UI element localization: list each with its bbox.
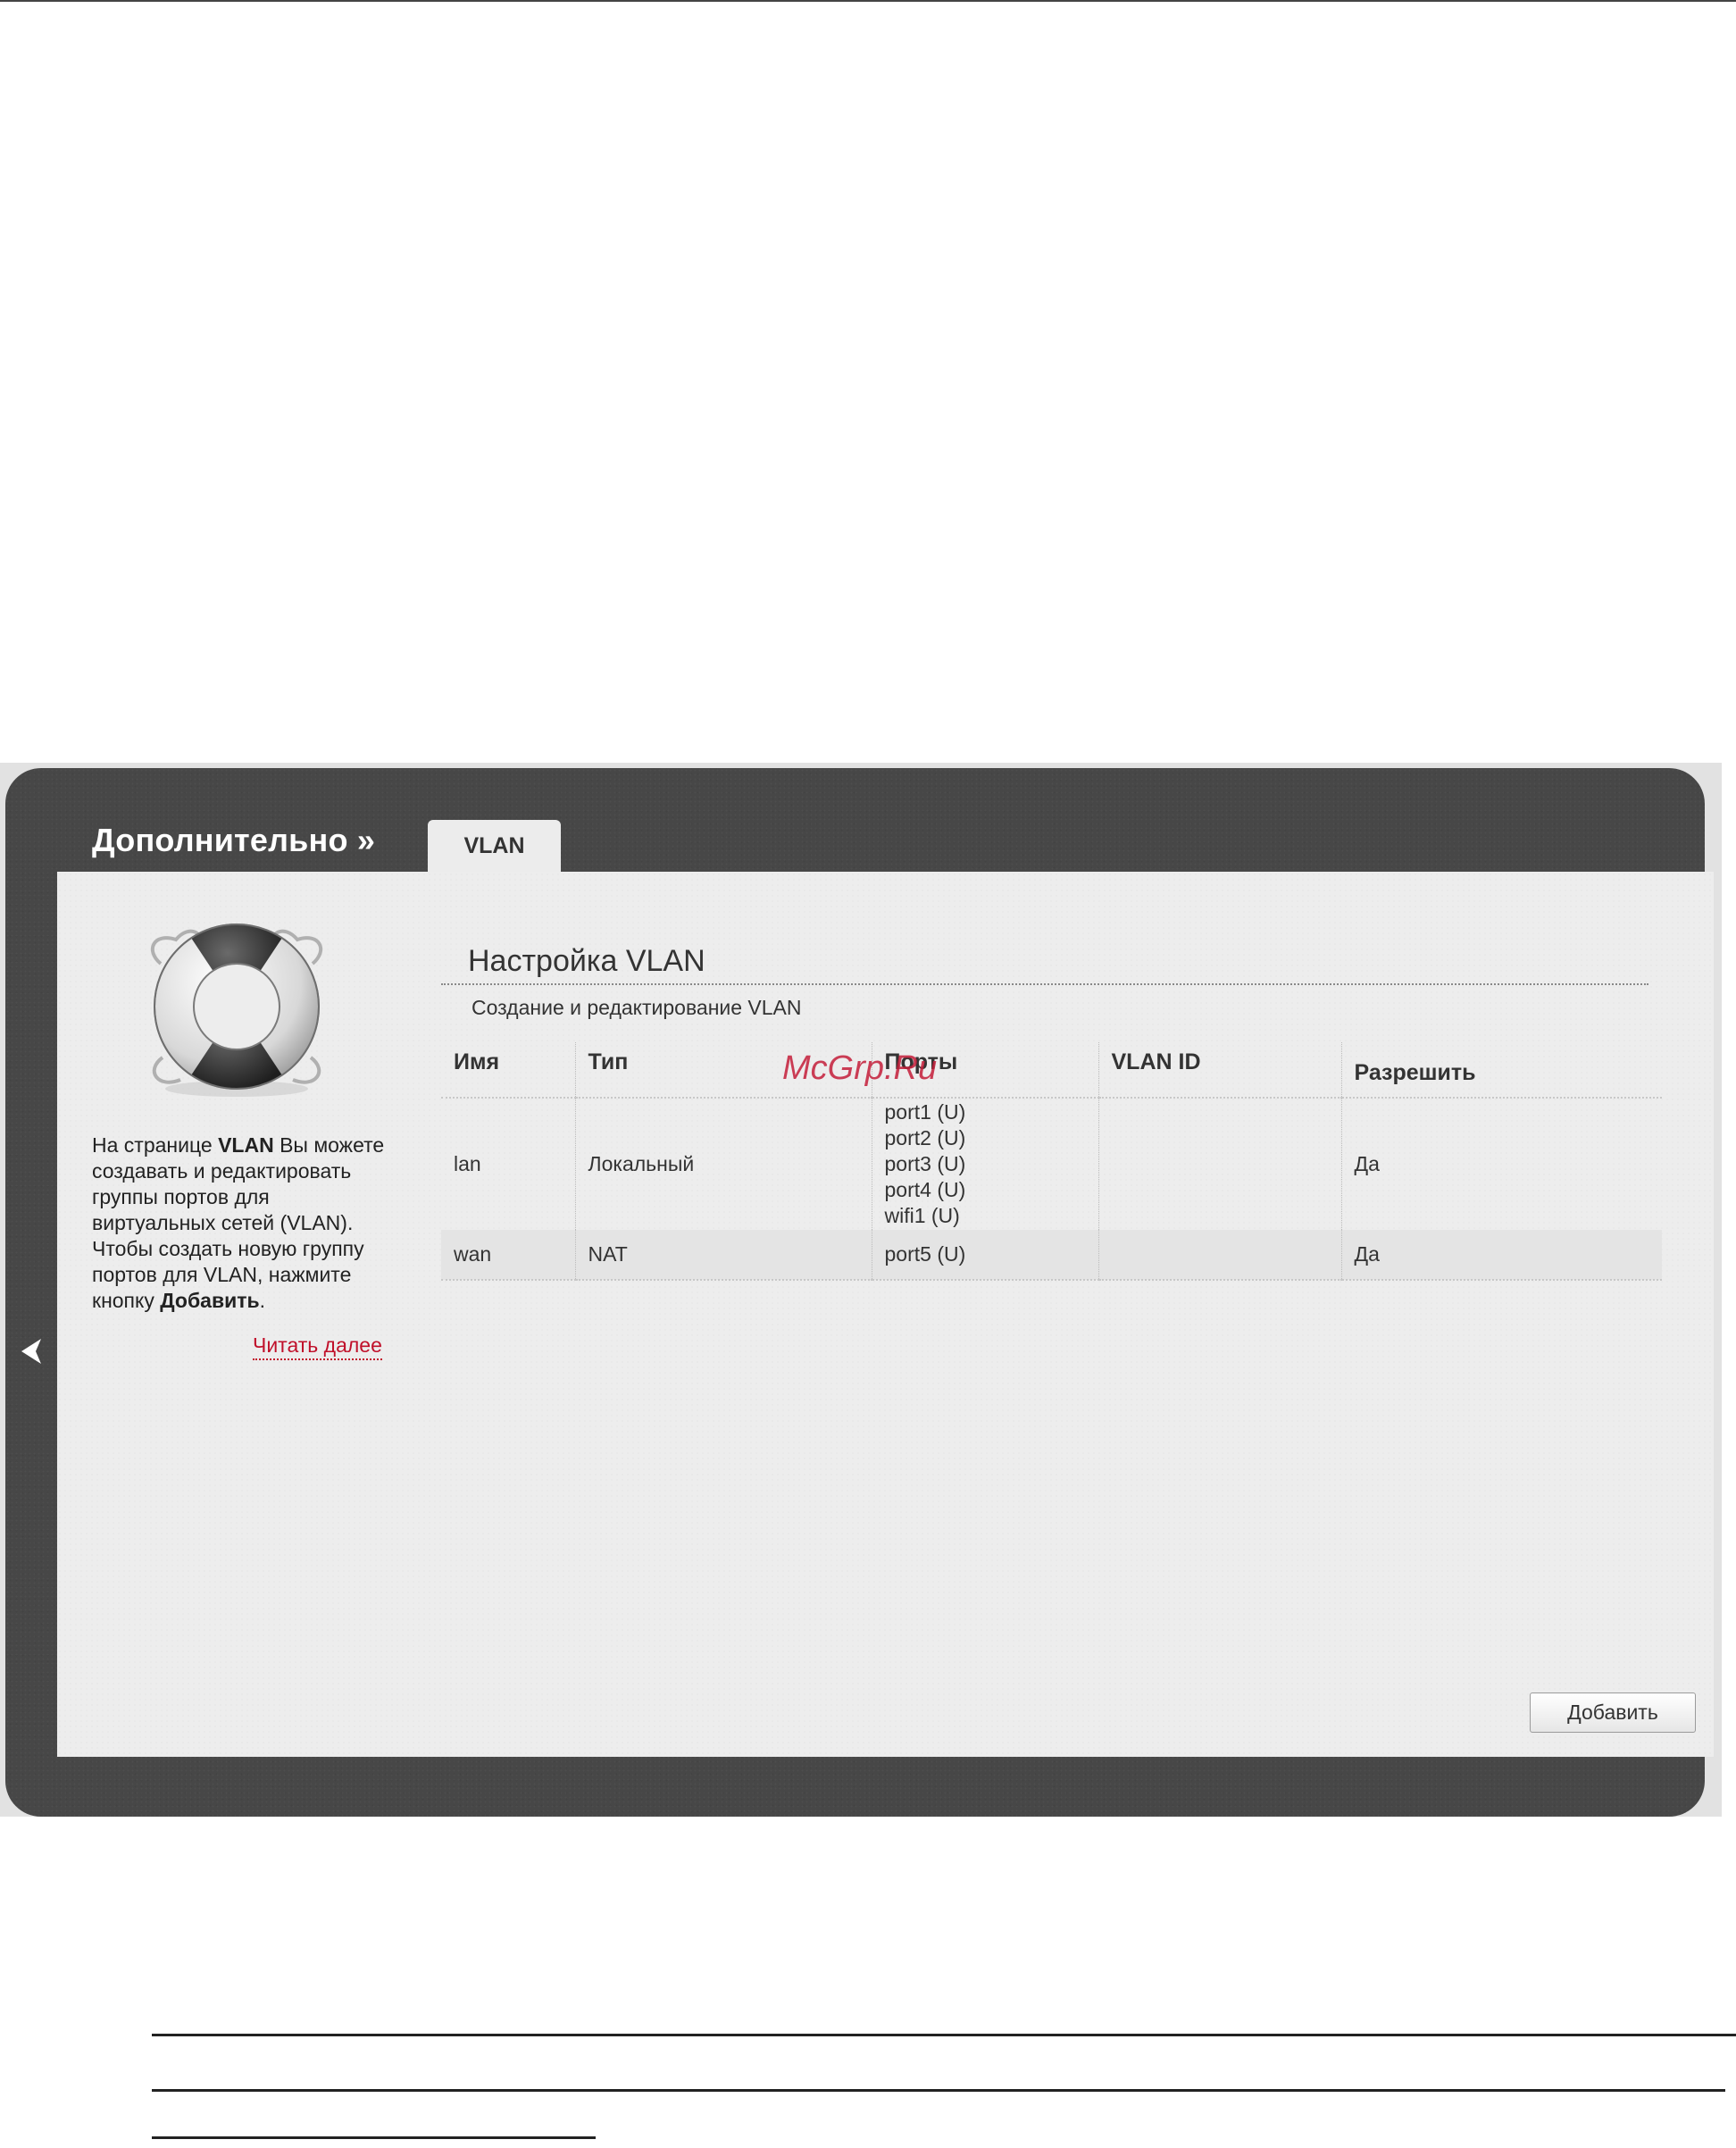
port-entry: port5 (U) bbox=[884, 1242, 966, 1266]
read-more-link[interactable]: Читать далее bbox=[253, 1333, 382, 1360]
help-text-part: Вы можете создавать и редактировать груп… bbox=[92, 1133, 385, 1312]
add-button[interactable]: Добавить bbox=[1530, 1692, 1696, 1733]
cell-name: wan bbox=[441, 1230, 576, 1281]
port-entry: wifi1 (U) bbox=[884, 1204, 960, 1227]
column-header-name[interactable]: Имя bbox=[441, 1042, 576, 1099]
collapse-sidebar-icon[interactable] bbox=[16, 1336, 46, 1367]
column-header-vlan-id[interactable]: VLAN ID bbox=[1098, 1042, 1342, 1099]
cell-allow: Да bbox=[1354, 1152, 1380, 1175]
section-subtitle: Создание и редактирование VLAN bbox=[472, 996, 802, 1019]
help-text-add: Добавить bbox=[160, 1289, 260, 1312]
cell-type: NAT bbox=[575, 1230, 872, 1281]
help-text-part: . bbox=[259, 1289, 266, 1312]
table-row[interactable]: wan NAT port5 (U) Да bbox=[441, 1230, 1662, 1281]
cell-type: Локальный bbox=[575, 1098, 872, 1230]
cell-name: lan bbox=[441, 1098, 576, 1230]
document-rule bbox=[152, 2136, 596, 2139]
section-title: Настройка VLAN bbox=[468, 944, 705, 978]
cell-vlan-id bbox=[1098, 1098, 1342, 1230]
document-rule bbox=[152, 2034, 1736, 2036]
port-entry: port1 (U) bbox=[884, 1100, 966, 1124]
cell-ports: port1 (U) port2 (U) port3 (U) port4 (U) … bbox=[872, 1098, 1099, 1230]
help-text-part: На странице bbox=[92, 1133, 219, 1157]
tab-vlan[interactable]: VLAN bbox=[428, 820, 561, 872]
vlan-table: Имя Тип Порты VLAN ID Разрешить lan Лока… bbox=[441, 1042, 1662, 1281]
table-header-row: Имя Тип Порты VLAN ID Разрешить bbox=[441, 1042, 1662, 1099]
breadcrumb-section[interactable]: Дополнительно » bbox=[92, 822, 375, 859]
lifebuoy-icon bbox=[136, 915, 338, 1102]
port-entry: port3 (U) bbox=[884, 1152, 966, 1175]
port-entry: port2 (U) bbox=[884, 1126, 966, 1149]
page-top-rule bbox=[0, 0, 1736, 2]
cell-vlan-id bbox=[1098, 1230, 1342, 1281]
cell-ports: port5 (U) bbox=[872, 1230, 1099, 1281]
help-description: На странице VLAN Вы можете создавать и р… bbox=[92, 1133, 396, 1314]
help-text-vlan: VLAN bbox=[218, 1133, 274, 1157]
document-rule bbox=[152, 2089, 1725, 2092]
table-row[interactable]: lan Локальный port1 (U) port2 (U) port3 … bbox=[441, 1098, 1662, 1230]
watermark: McGrp.Ru bbox=[782, 1049, 938, 1087]
section-divider bbox=[441, 983, 1648, 985]
cell-allow: Да bbox=[1341, 1230, 1662, 1281]
port-entry: port4 (U) bbox=[884, 1178, 966, 1201]
column-header-allow[interactable]: Разрешить bbox=[1341, 1042, 1662, 1099]
